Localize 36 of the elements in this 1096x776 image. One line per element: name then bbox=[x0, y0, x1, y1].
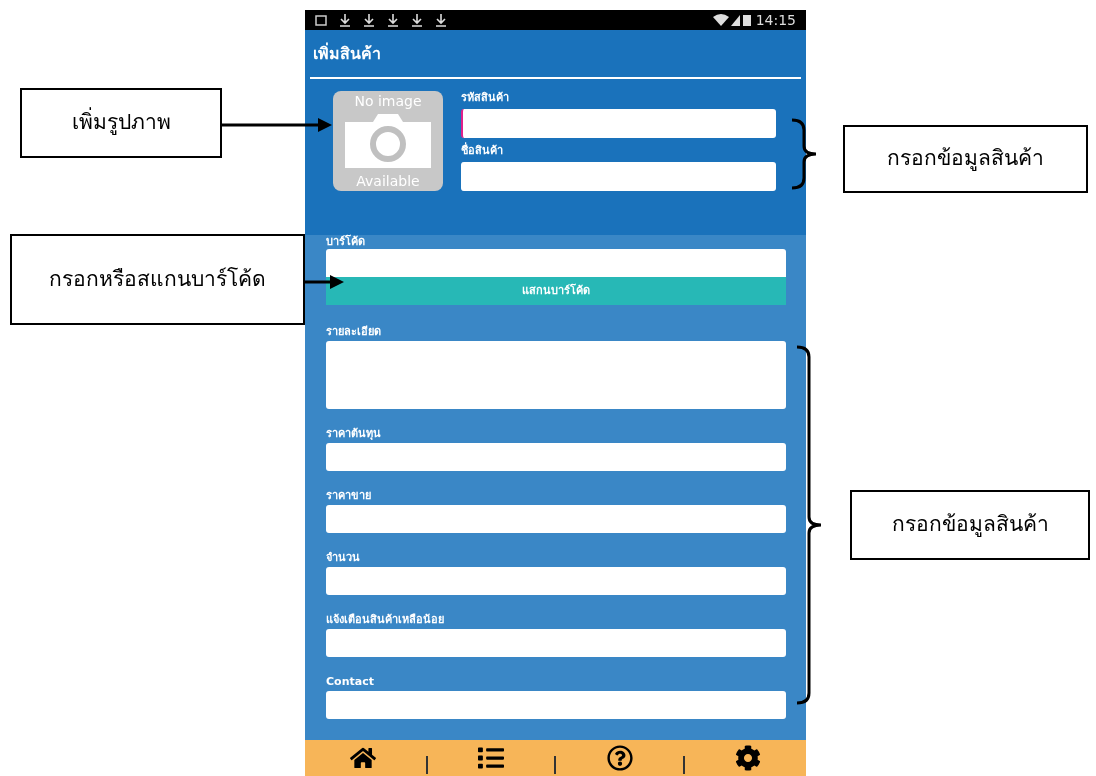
signal-icons bbox=[711, 13, 752, 27]
field-label: บาร์โค้ด bbox=[326, 235, 366, 249]
callout-text: กรอกหรือสแกนบาร์โค้ด bbox=[49, 265, 266, 293]
download-icon bbox=[363, 13, 375, 27]
input-field[interactable] bbox=[326, 249, 786, 277]
input-field[interactable] bbox=[326, 629, 786, 657]
home-icon[interactable] bbox=[350, 745, 377, 771]
field-label: Contact bbox=[326, 675, 375, 689]
callout-text: กรอกข้อมูลสินค้า bbox=[887, 145, 1044, 173]
download-icon bbox=[435, 13, 447, 27]
help-icon[interactable] bbox=[606, 745, 633, 771]
download-icon bbox=[339, 13, 351, 27]
input-field[interactable] bbox=[326, 567, 786, 595]
field-label: ราคาขาย bbox=[326, 489, 372, 503]
input-field[interactable] bbox=[461, 109, 776, 138]
callout-text: กรอกข้อมูลสินค้า bbox=[891, 511, 1049, 539]
list-icon[interactable] bbox=[478, 745, 505, 771]
field-label: ชื่อสินค้า bbox=[461, 144, 504, 158]
download-icon bbox=[387, 13, 399, 27]
clock-time: 14:15 bbox=[755, 10, 796, 30]
input-field[interactable] bbox=[326, 691, 786, 719]
input-field[interactable] bbox=[326, 505, 786, 533]
field-label: รายละเอียด bbox=[326, 325, 382, 339]
callout-text: เพิ่มรูปภาพ bbox=[71, 107, 171, 139]
input-field[interactable] bbox=[326, 443, 786, 471]
screen-title: เพิ่มสินค้า bbox=[313, 43, 382, 65]
scan-barcode-button[interactable]: แสกนบาร์โค้ด bbox=[326, 277, 786, 305]
field-label: แจ้งเตือนสินค้าเหลือน้อย bbox=[326, 613, 445, 627]
text-area[interactable] bbox=[326, 341, 786, 409]
image-notification-icon bbox=[315, 14, 327, 26]
field-label: ราคาต้นทุน bbox=[326, 427, 382, 441]
camera-icon bbox=[343, 112, 433, 170]
settings-icon[interactable] bbox=[734, 745, 761, 771]
field-label: รหัสสินค้า bbox=[461, 91, 510, 105]
field-label: จำนวน bbox=[326, 551, 361, 565]
download-icon bbox=[411, 13, 423, 27]
